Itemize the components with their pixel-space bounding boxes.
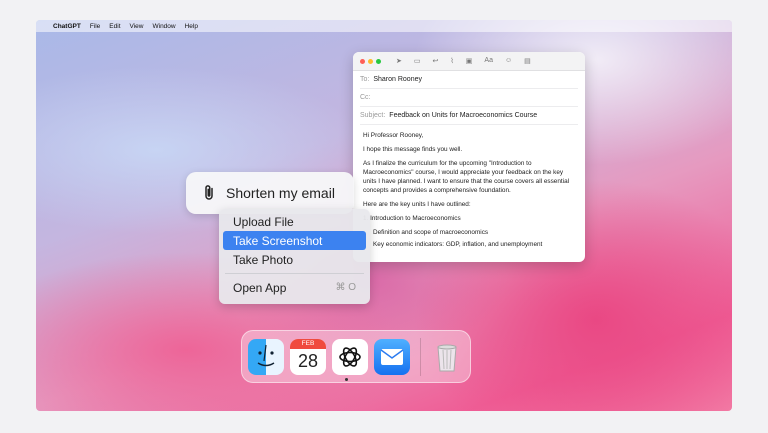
dock: FEB 28 [241, 330, 471, 383]
menu-view[interactable]: View [130, 23, 144, 30]
attachment-icon[interactable]: ⌇ [450, 57, 453, 65]
calendar-day: 28 [297, 350, 319, 371]
dock-divider [420, 337, 421, 376]
menu-app-name[interactable]: ChatGPT [53, 23, 81, 30]
send-icon[interactable]: ➤ [396, 57, 402, 65]
cc-field[interactable]: Cc: [360, 89, 578, 107]
to-label: To: [360, 76, 370, 83]
menu-file[interactable]: File [90, 23, 100, 30]
mail-toolbar: ➤ ▭ ↩ ⌇ ▣ Aa ☺ ▤ [353, 52, 585, 71]
running-indicator [345, 378, 348, 381]
list-item: Key economic indicators: GDP, inflation,… [373, 240, 576, 249]
zoom-window-button[interactable] [376, 58, 381, 64]
menu-item-label: Upload File [233, 214, 294, 229]
attach-menu: Upload File Take Screenshot Take Photo O… [219, 209, 370, 304]
calendar-month: FEB [290, 338, 326, 349]
subject-field[interactable]: Subject: Feedback on Units for Macroecon… [360, 107, 578, 125]
header-fields-icon[interactable]: ▭ [414, 57, 421, 65]
menu-item-upload-file[interactable]: Upload File [223, 212, 366, 231]
chatgpt-icon[interactable] [332, 338, 368, 375]
markup-icon[interactable]: ▣ [466, 57, 473, 65]
menu-item-shortcut: ⌘ O [335, 282, 356, 293]
prompt-bubble[interactable]: Shorten my email [186, 172, 354, 214]
minimize-window-button[interactable] [368, 58, 373, 64]
mail-greeting: Hi Professor Rooney, [363, 132, 424, 139]
photo-browser-icon[interactable]: ▤ [524, 57, 531, 65]
calendar-icon[interactable]: FEB 28 [290, 338, 326, 375]
cc-label: Cc: [360, 94, 371, 101]
format-icon[interactable]: Aa [484, 57, 493, 65]
mail-line: I hope this message finds you well. [363, 146, 463, 153]
menu-help[interactable]: Help [185, 23, 198, 30]
reply-icon[interactable]: ↩ [433, 57, 439, 65]
to-recipient[interactable]: Sharon Rooney [373, 76, 422, 83]
list-item: Definition and scope of macroeconomics [373, 228, 576, 237]
close-window-button[interactable] [360, 58, 365, 64]
mail-bullet-list: Definition and scope of macroeconomics K… [363, 228, 576, 249]
menu-window[interactable]: Window [152, 23, 175, 30]
prompt-text: Shorten my email [226, 185, 335, 201]
menu-item-label: Take Screenshot [233, 233, 323, 248]
menu-divider [225, 273, 364, 274]
mail-unit-heading: 1. Introduction to Macroeconomics [363, 215, 461, 222]
subject-label: Subject: [360, 112, 386, 119]
mail-body[interactable]: Hi Professor Rooney, I hope this message… [353, 125, 585, 249]
trash-icon[interactable] [429, 339, 465, 375]
mail-app-icon[interactable] [374, 338, 410, 375]
paperclip-icon[interactable] [200, 184, 218, 202]
menu-item-open-app[interactable]: Open App ⌘ O [223, 278, 366, 297]
subject-value[interactable]: Feedback on Units for Macroeconomics Cou… [389, 112, 537, 119]
menu-item-take-screenshot[interactable]: Take Screenshot [223, 231, 366, 250]
menu-item-take-photo[interactable]: Take Photo [223, 250, 366, 269]
to-field[interactable]: To: Sharon Rooney [360, 71, 578, 89]
menu-bar: ChatGPT File Edit View Window Help [36, 20, 732, 32]
mail-paragraph: As I finalize the curriculum for the upc… [363, 160, 570, 194]
menu-item-label: Open App [233, 280, 287, 295]
emoji-icon[interactable]: ☺ [505, 57, 512, 65]
menu-item-label: Take Photo [233, 252, 294, 267]
mail-compose-window: ➤ ▭ ↩ ⌇ ▣ Aa ☺ ▤ To: Sharon Rooney Cc: S… [353, 52, 585, 262]
finder-icon[interactable] [248, 338, 284, 375]
menu-edit[interactable]: Edit [109, 23, 120, 30]
mail-outline-intro: Here are the key units I have outlined: [363, 201, 471, 208]
